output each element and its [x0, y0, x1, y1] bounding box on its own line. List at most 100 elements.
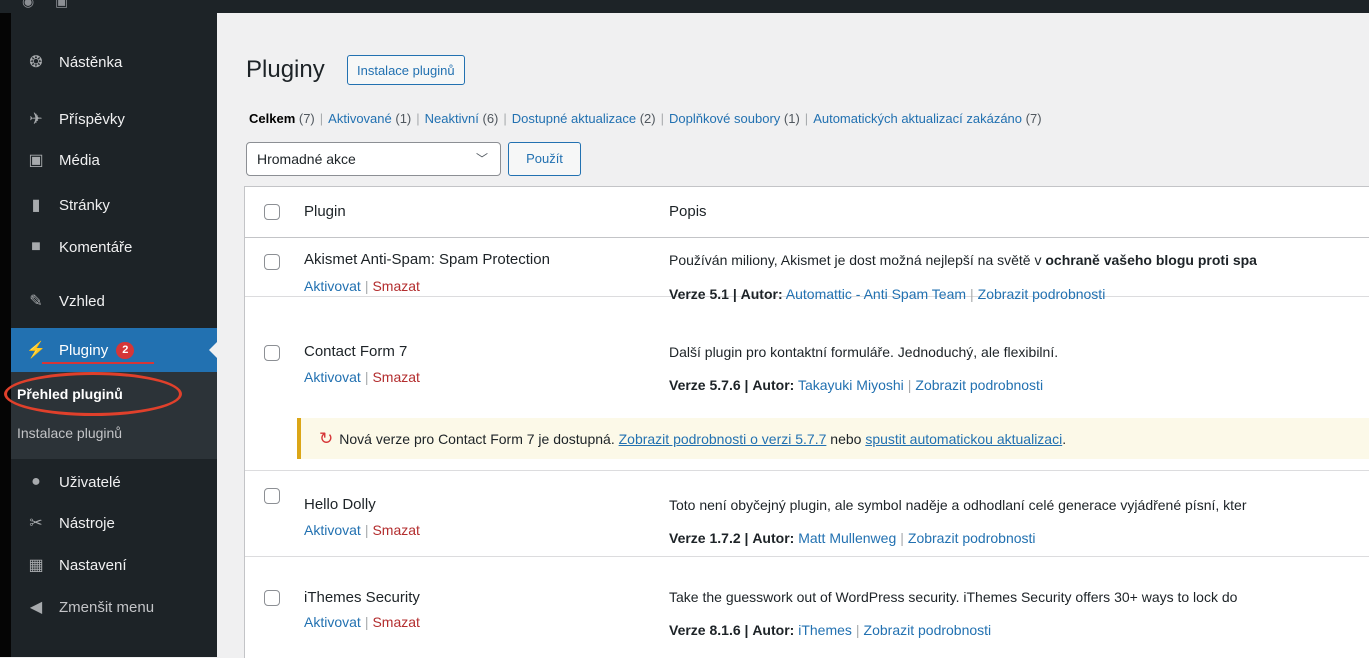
row-checkbox[interactable]	[264, 254, 280, 270]
sidebar-item-label: Komentáře	[59, 238, 133, 256]
admin-bar: ◉ ▣	[0, 0, 1369, 13]
home-icon[interactable]: ▣	[55, 0, 68, 10]
table-row: iThemes Security Aktivovat | Smazat Take t…	[245, 557, 1369, 658]
sidebar-item-appearance[interactable]: ✎ Vzhled	[11, 281, 217, 321]
sidebar-item-dashboard[interactable]: ❂ Nástěnka	[11, 42, 217, 82]
sidebar-item-posts[interactable]: ✈ Příspěvky	[11, 99, 217, 139]
filter-count: (1)	[395, 111, 412, 126]
highlight-underline	[42, 362, 154, 364]
page-title: Pluginy	[246, 56, 325, 83]
sidebar-item-settings[interactable]: ▦ Nastavení	[11, 545, 217, 585]
bulk-actions-select[interactable]: Hromadné akce ﹀	[246, 142, 501, 176]
sidebar-item-label: Uživatelé	[59, 473, 121, 491]
row-checkbox[interactable]	[264, 488, 280, 504]
settings-icon: ▦	[28, 557, 44, 574]
filter-all[interactable]: Celkem	[249, 111, 295, 126]
filter-updates[interactable]: Dostupné aktualizace	[512, 111, 636, 126]
row-checkbox[interactable]	[264, 345, 280, 361]
plugin-description: Toto není obyčejný plugin, ale symbol na…	[669, 497, 1247, 513]
filter-active[interactable]: Aktivované	[328, 111, 392, 126]
view-details-link[interactable]: Zobrazit podrobnosti	[915, 377, 1043, 393]
sidebar-item-label: Nástroje	[59, 514, 115, 532]
delete-link[interactable]: Smazat	[372, 278, 419, 294]
sidebar-item-tools[interactable]: ✂ Nástroje	[11, 503, 217, 543]
activate-link[interactable]: Aktivovat	[304, 278, 361, 294]
plugin-name: Akismet Anti-Spam: Spam Protection	[304, 251, 550, 268]
plugin-description: Používán miliony, Akismet je dost možná …	[669, 252, 1257, 268]
filter-auto-updates-disabled[interactable]: Automatických aktualizací zakázáno	[813, 111, 1022, 126]
plugins-table: Plugin Popis Akismet Anti-Spam: Spam Pro…	[244, 186, 1369, 658]
update-icon: ↻	[319, 429, 334, 448]
submenu-item-add-new[interactable]: Instalace pluginů	[17, 425, 122, 441]
active-indicator	[209, 342, 217, 358]
table-header: Plugin Popis	[245, 187, 1369, 238]
plugin-update-row: ↻ Nová verze pro Contact Form 7 je dostup…	[245, 408, 1369, 471]
add-new-plugin-button[interactable]: Instalace pluginů	[347, 55, 465, 85]
view-details-link[interactable]: Zobrazit podrobnosti	[864, 622, 992, 638]
select-all-checkbox[interactable]	[264, 204, 280, 220]
sidebar-item-label: Nástěnka	[59, 53, 123, 71]
plugin-meta: Verze 5.7.6 | Autor: Takayuki Miyoshi | Zo…	[669, 377, 1044, 393]
author-link[interactable]: Takayuki Miyoshi	[798, 377, 904, 393]
sidebar-item-pages[interactable]: ▮ Stránky	[11, 185, 217, 225]
wordpress-logo-icon[interactable]: ◉	[22, 0, 34, 10]
filter-count: (1)	[783, 111, 800, 126]
plugin-meta: Verze 1.7.2 | Autor: Matt Mullenweg | Zobr…	[669, 530, 1036, 546]
sidebar-item-label: Příspěvky	[59, 110, 125, 128]
author-link[interactable]: iThemes	[798, 622, 852, 638]
activate-link[interactable]: Aktivovat	[304, 369, 361, 385]
comments-icon: ■	[31, 238, 41, 255]
update-now-link[interactable]: spustit automatickou aktualizaci	[865, 431, 1062, 447]
users-icon: ●	[31, 473, 41, 490]
table-row: Contact Form 7 Aktivovat | Smazat Další pl…	[245, 297, 1369, 393]
sidebar-item-comments[interactable]: ■ Komentáře	[11, 227, 217, 267]
plugins-submenu: Přehled pluginů Instalace pluginů	[11, 372, 217, 459]
table-row: Hello Dolly Aktivovat | Smazat Toto není o…	[245, 471, 1369, 557]
update-notice: ↻ Nová verze pro Contact Form 7 je dostup…	[297, 418, 1369, 459]
filter-inactive[interactable]: Neaktivní	[425, 111, 479, 126]
column-description: Popis	[669, 203, 707, 220]
submenu-item-installed-plugins[interactable]: Přehled pluginů	[17, 386, 123, 402]
filter-dropins[interactable]: Doplňkové soubory	[669, 111, 780, 126]
plugin-description: Take the guesswork out of WordPress secu…	[669, 589, 1238, 605]
activate-link[interactable]: Aktivovat	[304, 522, 361, 538]
plugin-name: Hello Dolly	[304, 496, 376, 513]
chevron-down-icon: ﹀	[475, 152, 488, 166]
filter-count: (7)	[1025, 111, 1042, 126]
plugin-meta: Verze 8.1.6 | Autor: iThemes | Zobrazit po…	[669, 622, 992, 638]
collapse-icon: ◀	[29, 599, 43, 616]
filter-count: (6)	[482, 111, 499, 126]
sidebar-item-users[interactable]: ● Uživatelé	[11, 462, 217, 502]
activate-link[interactable]: Aktivovat	[304, 614, 361, 630]
sidebar-edge	[0, 13, 11, 657]
sidebar-item-plugins[interactable]: ⚡ Pluginy 2	[11, 328, 217, 372]
delete-link[interactable]: Smazat	[372, 614, 419, 630]
plugin-filter-links: Celkem (7) | Aktivované (1) | Neaktivní (6) |…	[249, 111, 1042, 126]
appearance-icon: ✎	[29, 293, 43, 310]
column-plugin: Plugin	[304, 203, 346, 220]
plugins-icon: ⚡	[26, 342, 46, 359]
sidebar-item-media[interactable]: ▣ Média	[11, 140, 217, 180]
plugin-name: Contact Form 7	[304, 343, 408, 360]
apply-button[interactable]: Použít	[508, 142, 581, 176]
row-actions: Aktivovat | Smazat	[304, 614, 420, 630]
delete-link[interactable]: Smazat	[372, 369, 419, 385]
delete-link[interactable]: Smazat	[372, 522, 419, 538]
view-details-link[interactable]: Zobrazit podrobnosti	[908, 530, 1036, 546]
row-actions: Aktivovat | Smazat	[304, 278, 420, 294]
sidebar-item-label: Nastavení	[59, 556, 127, 574]
sidebar-item-label: Média	[59, 151, 100, 169]
row-actions: Aktivovat | Smazat	[304, 369, 420, 385]
row-checkbox[interactable]	[264, 590, 280, 606]
plugin-description: Další plugin pro kontaktní formuláře. Je…	[669, 344, 1059, 360]
author-link[interactable]: Matt Mullenweg	[798, 530, 896, 546]
sidebar-collapse-menu[interactable]: ◀ Zmenšit menu	[11, 587, 217, 627]
row-actions: Aktivovat | Smazat	[304, 522, 420, 538]
media-icon: ▣	[28, 152, 44, 169]
sidebar-item-label: Stránky	[59, 196, 110, 214]
pin-icon: ✈	[29, 111, 43, 128]
bulk-actions-value: Hromadné akce	[257, 151, 356, 167]
pages-icon: ▮	[31, 197, 41, 214]
table-row: Akismet Anti-Spam: Spam Protection Aktiv…	[245, 238, 1369, 302]
view-version-details-link[interactable]: Zobrazit podrobnosti o verzi 5.7.7	[619, 431, 827, 447]
